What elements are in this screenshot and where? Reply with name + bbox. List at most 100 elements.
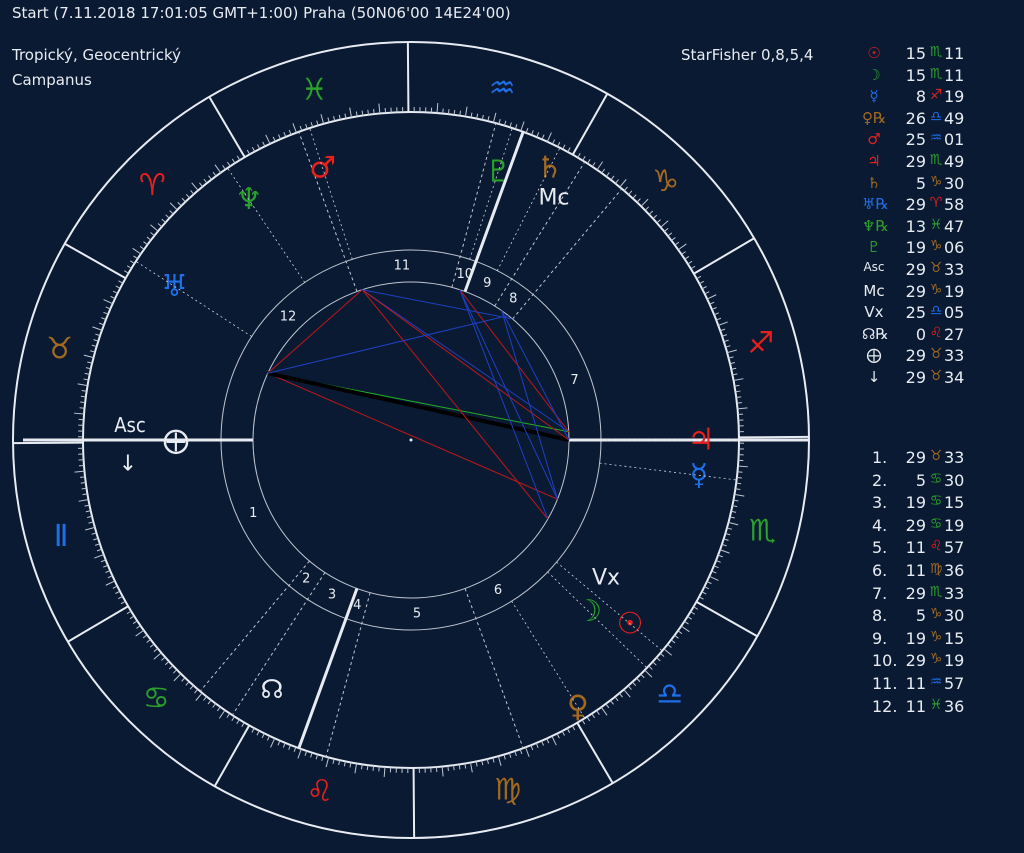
zodiac-boundary <box>571 93 609 156</box>
degree-tick <box>133 255 138 260</box>
degree-tick <box>78 499 89 502</box>
sign-icon: ♋ <box>929 515 943 532</box>
degree-tick <box>453 765 455 771</box>
degree-tick <box>231 158 236 164</box>
degree-tick <box>195 692 203 701</box>
neptune-icon: ♆ <box>235 182 262 217</box>
degree-tick <box>713 312 719 316</box>
zodiac-gemini-icon: Ⅱ <box>54 519 69 554</box>
degree-tick <box>551 735 557 746</box>
degree-tick <box>498 119 501 125</box>
minute-value: 57 <box>944 674 965 693</box>
degree-tick <box>277 740 281 746</box>
minute-value: 33 <box>944 260 965 279</box>
degree-tick <box>105 570 111 573</box>
degree-tick <box>194 688 199 694</box>
degree-tick <box>262 141 266 147</box>
degree-tick <box>610 700 614 705</box>
minute-value: 19 <box>944 87 965 107</box>
down-arrow-point-icon: ↓ <box>867 368 881 386</box>
degree-tick <box>648 665 653 670</box>
degree-tick <box>157 223 163 228</box>
moon-icon: ☽ <box>867 65 881 84</box>
degree-tick <box>383 766 386 777</box>
node-retrograde-icon: ☊℞ <box>862 324 889 343</box>
degree-tick <box>619 692 623 698</box>
degree-tick <box>704 586 710 590</box>
degree-tick <box>91 344 97 348</box>
house-number-8: 8 <box>509 292 517 307</box>
degree-tick <box>610 175 615 181</box>
degree-tick <box>737 465 748 468</box>
degree-tick <box>503 754 506 760</box>
house-number-11: 11 <box>394 259 411 274</box>
aspect-line <box>267 372 558 500</box>
degree-tick <box>536 132 540 138</box>
sun-icon: ☉ <box>867 44 881 62</box>
degree-tick <box>165 214 170 219</box>
degree-tick <box>115 590 121 594</box>
degree-tick <box>105 306 111 310</box>
minute-value: 49 <box>944 152 965 171</box>
degree-tick <box>251 146 256 152</box>
aspect-line <box>267 289 363 374</box>
sign-icon: ♏ <box>929 65 943 82</box>
zodiac-boundary <box>693 237 755 275</box>
degree-tick <box>552 139 556 145</box>
degree-tick <box>110 295 116 299</box>
degree-tick <box>546 738 550 744</box>
degree-tick <box>734 493 745 497</box>
degree-tick <box>321 755 324 761</box>
degree-tick <box>546 132 552 142</box>
zodiac-capricorn-icon: ♑ <box>652 164 679 199</box>
degree-tick <box>354 763 358 774</box>
degree-tick <box>619 179 627 188</box>
degree-value: 5 <box>915 470 926 490</box>
degree-tick <box>632 194 637 199</box>
sign-icon: ♋ <box>929 493 943 510</box>
degree-tick <box>520 121 525 132</box>
house-cusp-line <box>451 123 497 288</box>
degree-tick <box>601 168 606 174</box>
degree-tick <box>367 109 369 115</box>
degree-tick <box>190 190 195 195</box>
degree-tick <box>214 164 222 174</box>
house-number-7: 7 <box>570 373 578 388</box>
degree-tick <box>561 730 565 736</box>
zodiac-scorpio-icon: ♏ <box>749 514 776 549</box>
degree-tick <box>727 349 737 354</box>
degree-tick <box>185 193 190 199</box>
degree-tick <box>701 591 707 595</box>
zodiac-libra-icon: ♎ <box>656 677 683 712</box>
degree-tick <box>503 120 507 126</box>
degree-tick <box>670 639 676 644</box>
sign-icon: ♓ <box>929 696 943 713</box>
down-point-icon: ↓ <box>119 452 137 477</box>
degree-tick <box>265 134 271 145</box>
sign-icon: ♑ <box>929 651 943 668</box>
degree-tick <box>143 241 148 246</box>
zodiac-boundary <box>13 441 84 445</box>
mercury-icon: ☿ <box>869 87 879 106</box>
zodiac-pisces-icon: ♓ <box>301 73 328 108</box>
degree-tick <box>656 219 661 224</box>
degree-tick <box>130 260 135 264</box>
degree-tick <box>222 165 226 170</box>
degree-tick <box>283 132 287 138</box>
degree-tick <box>103 311 109 315</box>
degree-tick <box>687 260 693 265</box>
degree-tick <box>690 265 696 270</box>
degree-tick <box>525 747 530 757</box>
degree-tick <box>85 526 95 531</box>
degree-tick <box>719 549 730 554</box>
minute-value: 30 <box>944 606 965 626</box>
mars-icon: ♂ <box>867 130 881 149</box>
degree-value: 5 <box>915 606 926 626</box>
degree-tick <box>704 291 710 295</box>
sign-icon: ♋ <box>929 470 943 487</box>
degree-tick <box>372 765 375 771</box>
degree-tick <box>150 232 155 236</box>
degree-tick <box>161 656 166 661</box>
natal-chart-wheel[interactable]: ♈♉Ⅱ♋♌♍♎♏♐♑♒♓123456789101112 ☉☽☿♀♂♃♄♅♆♇As… <box>0 0 810 853</box>
zodiac-aquarius-icon: ♒ <box>489 71 516 106</box>
